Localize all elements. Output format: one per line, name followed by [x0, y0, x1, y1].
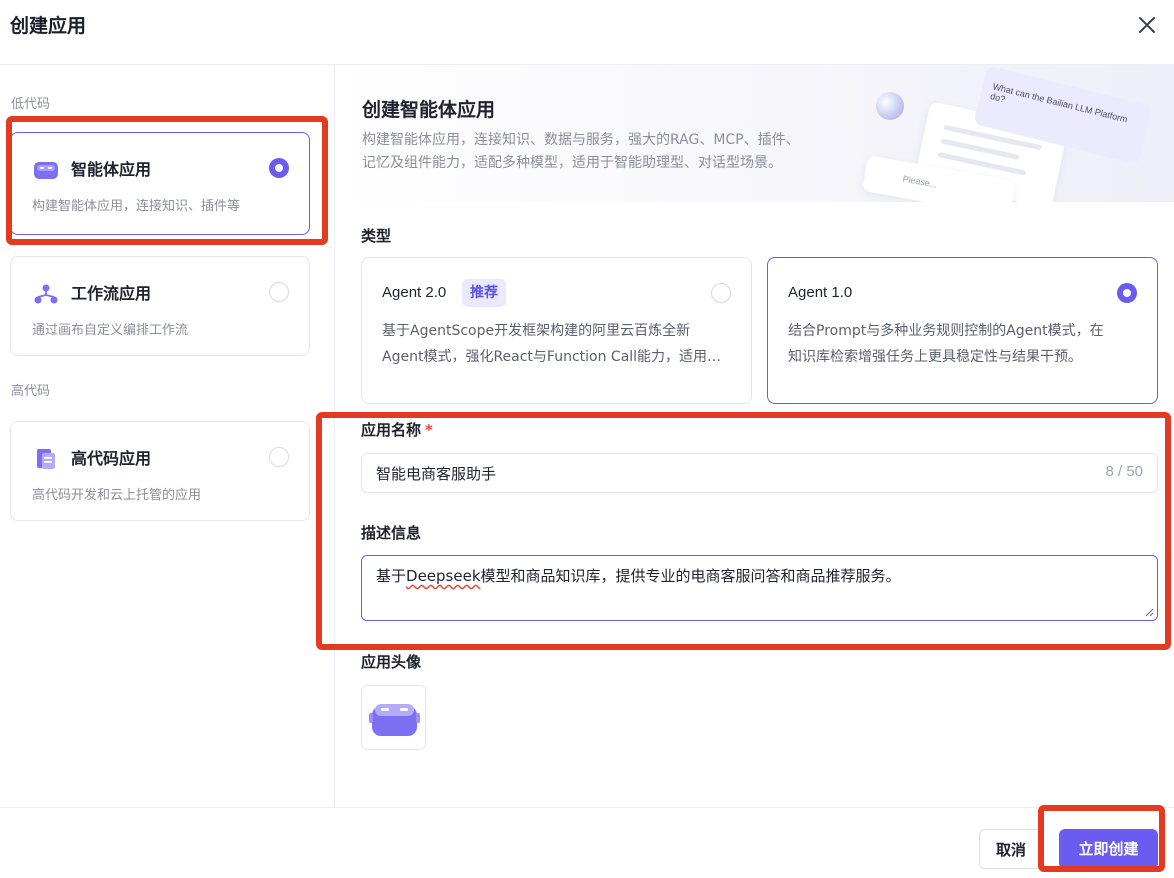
card-title: 工作流应用	[71, 284, 152, 303]
dialog-title: 创建应用	[10, 15, 87, 37]
card-agent-app[interactable]: 智能体应用 构建智能体应用，连接知识、插件等	[10, 132, 310, 235]
banner-desc-line: 记忆及组件能力，适配多种模型，适用于智能助理型、对话型场景。	[362, 155, 782, 171]
app-name-input[interactable]: 智能电商客服助手 8 / 50	[361, 453, 1158, 493]
agent-name: Agent 1.0	[788, 284, 853, 301]
desc-spellcheck-word: Deepseek	[406, 567, 481, 585]
dialog-header: 创建应用	[0, 0, 1174, 65]
desc-text: 模型和商品知识库，提供专业的电商客服问答和商品推荐服务。	[480, 567, 901, 585]
intro-banner: 创建智能体应用 构建智能体应用，连接知识、数据与服务，强大的RAG、MCP、插件…	[336, 65, 1174, 202]
agent-desc-line: Agent模式，强化React与Function Call能力，适用…	[382, 349, 722, 365]
card-desc: 高代码开发和云上托管的应用	[32, 488, 202, 503]
required-mark: *	[425, 421, 433, 439]
decorative-sphere	[876, 92, 904, 120]
avatar-label: 应用头像	[361, 653, 422, 671]
agent-desc-line: 知识库检索增强任务上更具稳定性与结果干预。	[788, 349, 1082, 365]
agent-desc-line: 基于AgentScope开发框架构建的阿里云百炼全新	[382, 323, 691, 339]
robot-icon	[34, 162, 58, 179]
main-panel: 创建智能体应用 构建智能体应用，连接知识、数据与服务，强大的RAG、MCP、插件…	[336, 65, 1174, 807]
agent-desc: 结合Prompt与多种业务规则控制的Agent模式，在 知识库检索增强任务上更具…	[788, 318, 1142, 370]
close-icon	[1139, 17, 1155, 33]
banner-desc: 构建智能体应用，连接知识、数据与服务，强大的RAG、MCP、插件、 记忆及组件能…	[362, 129, 832, 175]
char-count: 8 / 50	[1105, 463, 1143, 480]
radio-agent-app[interactable]	[269, 158, 289, 178]
card-title: 智能体应用	[71, 160, 152, 179]
app-name-value: 智能电商客服助手	[376, 465, 497, 483]
agent-desc-line: 结合Prompt与多种业务规则控制的Agent模式，在	[788, 323, 1104, 339]
workflow-icon	[34, 284, 58, 304]
option-agent-2[interactable]: Agent 2.0 推荐 基于AgentScope开发框架构建的阿里云百炼全新 …	[361, 257, 752, 404]
desc-textarea[interactable]: 基于Deepseek模型和商品知识库，提供专业的电商客服问答和商品推荐服务。	[361, 555, 1158, 621]
robot-avatar-icon	[369, 704, 420, 736]
high-code-label: 高代码	[11, 384, 51, 399]
card-title: 高代码应用	[71, 449, 152, 468]
dialog-footer: 取消 立即创建	[0, 807, 1174, 878]
desc-value: 基于Deepseek模型和商品知识库，提供专业的电商客服问答和商品推荐服务。	[376, 565, 901, 586]
agent-desc: 基于AgentScope开发框架构建的阿里云百炼全新 Agent模式，强化Rea…	[382, 318, 736, 370]
radio-agent-1[interactable]	[1117, 283, 1137, 303]
radio-high-code-app[interactable]	[269, 447, 289, 467]
app-name-label-text: 应用名称	[361, 421, 422, 439]
radio-agent-2[interactable]	[711, 283, 731, 303]
low-code-label: 低代码	[11, 97, 51, 112]
close-button[interactable]	[1132, 10, 1162, 40]
banner-title: 创建智能体应用	[362, 99, 496, 121]
document-icon	[37, 449, 55, 469]
cancel-button[interactable]: 取消	[979, 829, 1043, 869]
app-type-sidebar: 低代码 智能体应用 构建智能体应用，连接知识、插件等 工作流应用 通过画布自定义…	[0, 65, 335, 807]
card-desc: 构建智能体应用，连接知识、插件等	[32, 199, 241, 214]
radio-workflow-app[interactable]	[269, 282, 289, 302]
recommend-badge: 推荐	[462, 279, 506, 307]
resize-handle-icon[interactable]	[1144, 607, 1154, 617]
card-high-code-app[interactable]: 高代码应用 高代码开发和云上托管的应用	[10, 421, 310, 521]
option-agent-1[interactable]: Agent 1.0 结合Prompt与多种业务规则控制的Agent模式，在 知识…	[767, 257, 1158, 404]
agent-name: Agent 2.0	[382, 284, 447, 301]
card-desc: 通过画布自定义编排工作流	[32, 323, 189, 338]
app-avatar-picker[interactable]	[361, 685, 426, 750]
desc-text: 基于	[376, 567, 407, 585]
create-button[interactable]: 立即创建	[1059, 829, 1158, 869]
type-label: 类型	[361, 227, 392, 245]
desc-label: 描述信息	[361, 524, 422, 542]
card-workflow-app[interactable]: 工作流应用 通过画布自定义编排工作流	[10, 256, 310, 356]
banner-desc-line: 构建智能体应用，连接知识、数据与服务，强大的RAG、MCP、插件、	[362, 132, 800, 148]
app-name-label: 应用名称 *	[361, 419, 433, 440]
